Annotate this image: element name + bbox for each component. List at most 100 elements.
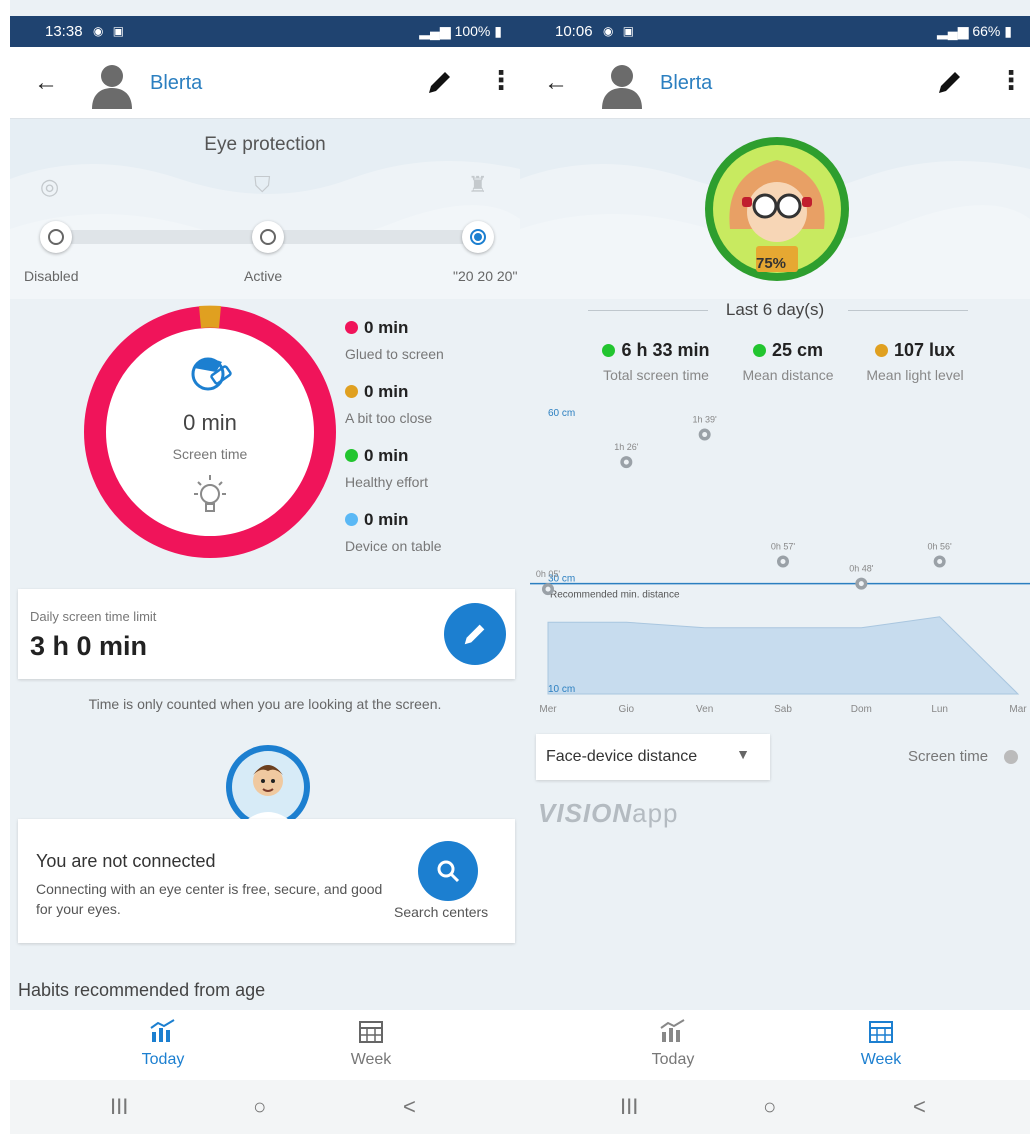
screen-time-label: 1h 26'	[614, 442, 639, 452]
battery-level: ▂▄▆ 100% ▮	[419, 23, 502, 40]
screen-time-label: 0h 57'	[771, 542, 796, 552]
back-arrow-icon[interactable]: ←	[34, 69, 58, 97]
user-name[interactable]: Blerta	[660, 72, 712, 95]
child-face-icon	[191, 357, 232, 391]
recents-button[interactable]: III	[110, 1094, 128, 1120]
stat-dot	[752, 344, 766, 357]
system-navigation: III ○ <	[10, 1080, 520, 1134]
screen-time-point-core	[780, 559, 786, 565]
screen-time-toggle[interactable]	[1004, 750, 1018, 764]
option-active-radio[interactable]	[252, 221, 284, 253]
option-label-disabled: Disabled	[24, 268, 79, 284]
x-tick-label: Mer	[539, 704, 557, 715]
battery-level: ▂▄▆ 66% ▮	[937, 23, 1012, 40]
user-avatar-icon[interactable]	[90, 61, 134, 109]
week-screen: 10:06 ◉ ▣ ▂▄▆ 66% ▮ ← Blerta ⋮ 75% Last …	[520, 0, 1030, 1134]
daily-limit-card: Daily screen time limit 3 h 0 min	[18, 589, 515, 679]
edit-pencil-icon[interactable]	[425, 67, 455, 97]
legend-dot-on-table	[345, 513, 358, 526]
dropdown-value: Face-device distance	[546, 748, 698, 765]
y-tick-label: 10 cm	[548, 684, 575, 695]
screen-time-label: Screen time	[172, 446, 248, 462]
nav-today[interactable]: Today	[103, 1018, 223, 1069]
stat-mean-distance: 25 cm Mean distance	[742, 340, 834, 383]
status-bar: 13:38 ◉ ▣ ▂▄▆ 100% ▮	[10, 16, 520, 47]
habits-title: Habits recommended from age	[18, 980, 266, 1000]
option-label-active: Active	[244, 268, 283, 284]
shield-eye-icon: ⛉	[254, 172, 271, 197]
notification-icons: ◉ ▣	[93, 24, 128, 38]
legend-dot-too-close	[345, 385, 358, 398]
search-centers-button[interactable]	[418, 841, 478, 901]
counting-note: Time is only counted when you are lookin…	[88, 696, 442, 712]
distance-area	[547, 616, 1020, 695]
nav-today[interactable]: Today	[613, 1018, 733, 1069]
eye-protection-title: Eye protection	[204, 134, 326, 155]
vision-app-logo: VISIONapp	[538, 798, 679, 828]
daily-limit-title: Daily screen time limit	[30, 609, 157, 624]
screen-time-label: 1h 39'	[693, 415, 718, 425]
back-button[interactable]: <	[403, 1094, 416, 1120]
eye-tower-icon: ♜	[468, 172, 488, 197]
edit-limit-button[interactable]	[444, 603, 506, 665]
option-202020-radio[interactable]	[462, 221, 494, 253]
recents-button[interactable]: III	[620, 1094, 638, 1120]
bottom-navigation: Today Week	[10, 1010, 520, 1080]
legend-healthy: 0 min Healthy effort	[345, 446, 429, 490]
edit-pencil-icon	[464, 624, 485, 645]
search-centers-label[interactable]: Search centers	[394, 904, 488, 920]
option-label-202020: "20 20 20"	[453, 268, 518, 284]
nav-week[interactable]: Week	[311, 1018, 431, 1069]
stats-chart-icon	[660, 1019, 685, 1042]
legend-dot-healthy	[345, 449, 358, 462]
user-avatar-icon[interactable]	[600, 61, 644, 109]
metric-dropdown[interactable]: Face-device distance ▼	[536, 734, 770, 780]
status-time: 10:06	[555, 23, 593, 40]
legend-too-close: 0 min A bit too close	[345, 382, 433, 426]
nav-week[interactable]: Week	[821, 1018, 941, 1069]
app-bar: ← Blerta ⋮	[520, 47, 1030, 119]
screen-time-point-core	[623, 459, 629, 465]
edit-pencil-icon[interactable]	[935, 67, 965, 97]
status-bar: 10:06 ◉ ▣ ▂▄▆ 66% ▮	[520, 16, 1030, 47]
more-options-icon[interactable]: ⋮	[488, 65, 514, 96]
legend-on-table: 0 min Device on table	[345, 510, 442, 554]
legend-glued: 0 min Glued to screen	[345, 318, 444, 362]
badge-percent: 75%	[756, 255, 787, 272]
option-disabled-radio[interactable]	[40, 221, 72, 253]
system-navigation: III ○ <	[520, 1080, 1030, 1134]
bottom-navigation: Today Week	[520, 1010, 1030, 1080]
light-bulb-icon	[194, 475, 226, 512]
more-options-icon[interactable]: ⋮	[998, 65, 1024, 96]
stats-chart-icon	[150, 1019, 175, 1042]
connection-title: You are not connected	[36, 851, 216, 871]
battery-icon: ▮	[1004, 23, 1012, 39]
back-arrow-icon[interactable]: ←	[544, 69, 568, 97]
x-tick-label: Sab	[774, 704, 792, 715]
status-time: 13:38	[45, 23, 83, 40]
chevron-down-icon: ▼	[736, 746, 750, 762]
stat-dot	[874, 344, 888, 357]
screen-time-label: 0h 05'	[536, 569, 561, 579]
screen-time-label: 0h 56'	[928, 542, 953, 552]
y-tick-label: 60 cm	[548, 408, 575, 419]
period-label: Last 6 day(s)	[725, 300, 825, 319]
distance-chart: Recommended min. distance60 cm30 cm10 cm…	[530, 408, 1030, 715]
connection-card: You are not connected Connecting with an…	[18, 819, 515, 943]
recommended-label: Recommended min. distance	[550, 590, 680, 601]
back-button[interactable]: <	[913, 1094, 926, 1120]
calendar-icon	[359, 1021, 383, 1043]
connection-description: Connecting with an eye center is free, s…	[36, 881, 383, 917]
signal-icon: ▂▄▆	[419, 23, 455, 39]
x-tick-label: Ven	[696, 704, 713, 715]
battery-percent: 100%	[454, 23, 491, 39]
screen-time-label: 0h 48'	[849, 564, 874, 574]
screen-time-point-core	[702, 432, 708, 438]
home-button[interactable]: ○	[763, 1094, 776, 1120]
screen-time-toggle-label[interactable]: Screen time	[908, 748, 988, 765]
user-name[interactable]: Blerta	[150, 72, 202, 95]
calendar-icon	[869, 1021, 893, 1043]
screen-time-point-core	[545, 586, 551, 592]
home-button[interactable]: ○	[253, 1094, 266, 1120]
app-bar: ← Blerta ⋮	[10, 47, 520, 119]
